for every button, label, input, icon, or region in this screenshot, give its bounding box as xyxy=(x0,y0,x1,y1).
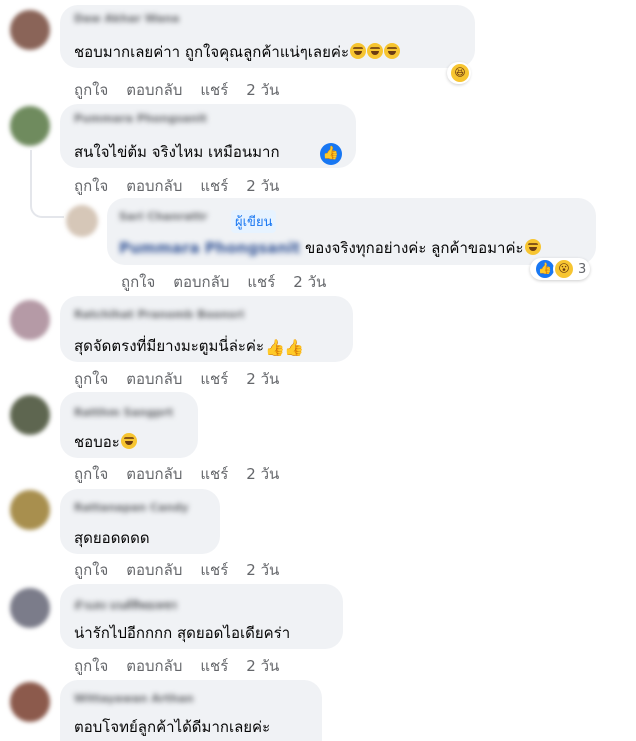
share-button[interactable]: แชร์ xyxy=(247,270,275,294)
like-button[interactable]: ถูกใจ xyxy=(74,654,108,678)
haha-reaction-icon: 😆 xyxy=(449,62,471,84)
comment-text-content: น่ารักไปอีกกกก สุดยอดไอเดียคร่า xyxy=(74,624,291,642)
reply-button[interactable]: ตอบกลับ xyxy=(126,174,182,198)
comment-actions: ถูกใจ ตอบกลับ แชร์ 2 วัน xyxy=(74,654,297,678)
author-badge: ผู้เขียน xyxy=(231,210,277,233)
grinning-squint-emoji-icon xyxy=(367,43,383,59)
reaction-summary[interactable]: 👍 😮 3 xyxy=(530,258,591,280)
comment-author[interactable]: Ratthm Sangprt xyxy=(74,406,173,419)
grinning-squint-emoji-icon xyxy=(120,433,137,449)
like-button[interactable]: ถูกใจ xyxy=(74,558,108,582)
comment-actions: ถูกใจ ตอบกลับ แชร์ 2 วัน xyxy=(121,270,344,294)
like-button[interactable]: ถูกใจ xyxy=(74,462,108,486)
like-button[interactable]: ถูกใจ xyxy=(74,78,108,102)
wow-reaction-icon: 😮 xyxy=(553,258,575,280)
timestamp[interactable]: 2 วัน xyxy=(246,367,279,391)
reply-button[interactable]: ตอบกลับ xyxy=(126,462,182,486)
comment-author[interactable]: Ratchihat Pranomb Boonsri xyxy=(74,308,244,321)
timestamp[interactable]: 2 วัน xyxy=(246,654,279,678)
comment-text: สุดยอดดดด xyxy=(74,526,150,550)
comment-author[interactable]: Sari Chanrattr xyxy=(119,210,207,223)
comment-text: น่ารักไปอีกกกก สุดยอดไอเดียคร่า xyxy=(74,621,290,645)
thumbs-up-emoji-icon: 👍 xyxy=(284,338,304,357)
comment-author[interactable]: Wittayawan Arthan xyxy=(74,692,194,705)
grinning-squint-emoji-icon xyxy=(350,43,366,59)
comment-text: ตอบโจทย์ลูกค้าได้ดีมากเลยค่ะ xyxy=(74,715,270,739)
comment-author[interactable]: Daw Akhar Wana xyxy=(74,12,179,25)
timestamp[interactable]: 2 วัน xyxy=(246,558,279,582)
comment-actions: ถูกใจ ตอบกลับ แชร์ 2 วัน xyxy=(74,78,297,102)
comment-bubble: Pummara Phongsanit สนใจไข่ต้ม จริงไหม เห… xyxy=(60,104,356,168)
timestamp[interactable]: 2 วัน xyxy=(293,270,326,294)
avatar[interactable] xyxy=(10,588,50,628)
avatar[interactable] xyxy=(10,10,50,50)
share-button[interactable]: แชร์ xyxy=(200,78,228,102)
reply-thread-line xyxy=(30,150,64,218)
comment-text: Pummara Phongsanit ของจริงทุกอย่างค่ะ ลู… xyxy=(119,236,541,260)
like-button[interactable]: ถูกใจ xyxy=(74,174,108,198)
comment-bubble: Ratchihat Pranomb Boonsri สุดจัดตรงที่มี… xyxy=(60,296,353,362)
grinning-squint-emoji-icon xyxy=(524,239,541,255)
avatar[interactable] xyxy=(10,300,50,340)
comment-actions: ถูกใจ ตอบกลับ แชร์ 2 วัน xyxy=(74,174,297,198)
share-button[interactable]: แชร์ xyxy=(200,654,228,678)
grinning-squint-emoji-icon xyxy=(384,43,400,59)
comment-actions: ถูกใจ ตอบกลับ แชร์ 2 วัน xyxy=(74,558,297,582)
timestamp[interactable]: 2 วัน xyxy=(246,174,279,198)
comment-bubble: Wittayawan Arthan ตอบโจทย์ลูกค้าได้ดีมาก… xyxy=(60,680,322,741)
comment-text: สนใจไข่ต้ม จริงไหม เหมือนมาก xyxy=(74,140,280,164)
reply-button[interactable]: ตอบกลับ xyxy=(126,654,182,678)
avatar[interactable] xyxy=(10,395,50,435)
share-button[interactable]: แชร์ xyxy=(200,462,228,486)
like-emoji-icon: 👍 xyxy=(320,138,342,165)
timestamp[interactable]: 2 วัน xyxy=(246,462,279,486)
reply-button[interactable]: ตอบกลับ xyxy=(126,558,182,582)
reaction-summary[interactable]: 😆 xyxy=(447,62,471,84)
comment-text-content: ชอบมากเลยค่าา ถูกใจคุณลูกค้าแน่ๆเลยค่ะ xyxy=(74,43,349,61)
comment-bubble: Sari Chanrattr ผู้เขียน Pummara Phongsan… xyxy=(107,198,596,265)
comment-text: ชอบอะ xyxy=(74,430,137,454)
comment-author[interactable]: Rattanapan Candy xyxy=(74,501,188,514)
like-button[interactable]: ถูกใจ xyxy=(74,367,108,391)
comment-actions: ถูกใจ ตอบกลับ แชร์ 2 วัน xyxy=(74,462,297,486)
reply-button[interactable]: ตอบกลับ xyxy=(126,78,182,102)
comment-text: ชอบมากเลยค่าา ถูกใจคุณลูกค้าแน่ๆเลยค่ะ xyxy=(74,40,400,64)
comment-bubble: Daw Akhar Wana ชอบมากเลยค่าา ถูกใจคุณลูก… xyxy=(60,5,475,68)
comment-actions: ถูกใจ ตอบกลับ แชร์ 2 วัน xyxy=(74,367,297,391)
reply-button[interactable]: ตอบกลับ xyxy=(126,367,182,391)
comment-author[interactable]: ลำแสง มนต์ทิพยเพชร xyxy=(74,596,177,614)
thumbs-up-emoji-icon: 👍 xyxy=(265,338,285,357)
share-button[interactable]: แชร์ xyxy=(200,558,228,582)
comment-bubble: Ratthm Sangprt ชอบอะ xyxy=(60,392,198,458)
comment-bubble: Rattanapan Candy สุดยอดดดด xyxy=(60,489,220,554)
comment-bubble: ลำแสง มนต์ทิพยเพชร น่ารักไปอีกกกก สุดยอด… xyxy=(60,584,343,649)
share-button[interactable]: แชร์ xyxy=(200,174,228,198)
avatar[interactable] xyxy=(10,106,50,146)
comment-text-content: ตอบโจทย์ลูกค้าได้ดีมากเลยค่ะ xyxy=(74,718,271,736)
avatar[interactable] xyxy=(10,490,50,530)
comment-text-content: สุดยอดดดด xyxy=(74,529,150,547)
avatar[interactable] xyxy=(10,682,50,722)
comment-text: สุดจัดตรงที่มียางมะตูมนี่ล่ะค่ะ👍👍 xyxy=(74,334,304,358)
comment-text-content: ของจริงทุกอย่างค่ะ ลูกค้าขอมาค่ะ xyxy=(305,239,524,257)
like-button[interactable]: ถูกใจ xyxy=(121,270,155,294)
comment-author[interactable]: Pummara Phongsanit xyxy=(74,112,207,125)
share-button[interactable]: แชร์ xyxy=(200,367,228,391)
comment-text-content: ชอบอะ xyxy=(74,433,120,451)
reaction-count: 3 xyxy=(578,261,587,277)
avatar[interactable] xyxy=(66,205,98,237)
reply-button[interactable]: ตอบกลับ xyxy=(173,270,229,294)
comment-text-content: สนใจไข่ต้ม จริงไหม เหมือนมาก xyxy=(74,143,280,161)
comment-text-content: สุดจัดตรงที่มียางมะตูมนี่ล่ะค่ะ xyxy=(74,337,265,355)
timestamp[interactable]: 2 วัน xyxy=(246,78,279,102)
mention-link[interactable]: Pummara Phongsanit xyxy=(119,239,300,257)
